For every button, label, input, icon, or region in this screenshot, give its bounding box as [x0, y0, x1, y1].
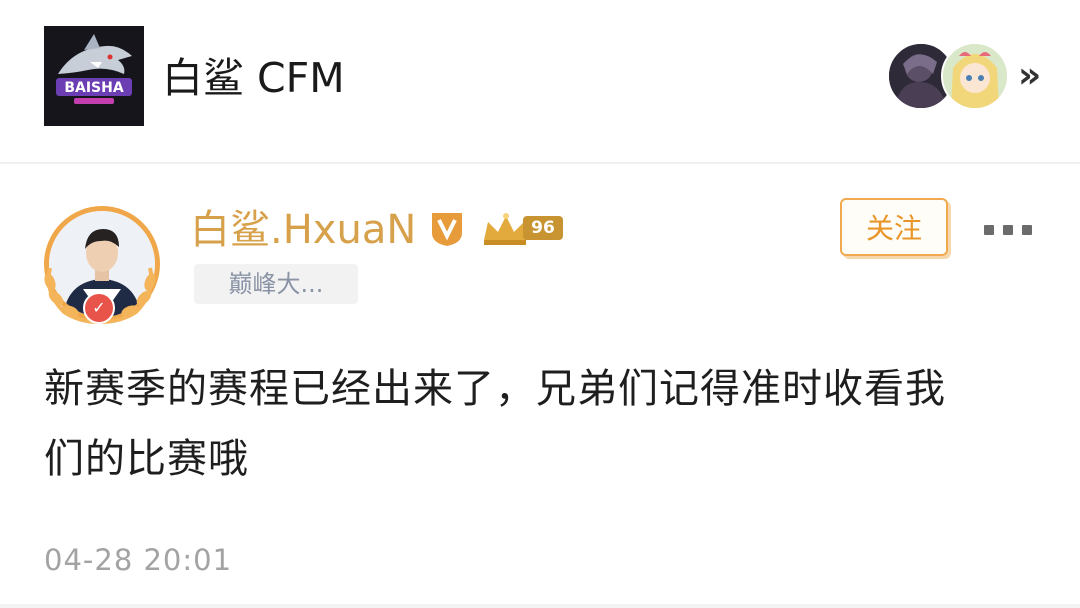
svg-text:BAISHA: BAISHA [64, 80, 124, 96]
group-logo[interactable]: BAISHA [44, 26, 144, 126]
level-badge: 96 [523, 216, 563, 240]
group-title: 白鲨 CFM [162, 54, 345, 102]
post-body: 新赛季的赛程已经出来了，兄弟们记得准时收看我 们的比赛哦 [44, 354, 1044, 494]
member-avatar-2[interactable] [941, 42, 1009, 110]
author-avatar[interactable]: ✓ [40, 204, 160, 326]
verified-check-icon: ✓ [83, 292, 115, 324]
member-avatars[interactable] [887, 42, 1009, 110]
group-header: BAISHA 白鲨 CFM » [0, 0, 1080, 162]
verified-v-icon [430, 211, 464, 247]
author-name[interactable]: 白鲨.HxuaN [190, 202, 416, 258]
bottom-divider [0, 604, 1080, 608]
post-body-line: 新赛季的赛程已经出来了，兄弟们记得准时收看我 [44, 366, 946, 412]
header-divider [0, 162, 1080, 164]
shark-logo-icon: BAISHA [44, 26, 144, 126]
author-tag[interactable]: 巅峰大... [194, 264, 358, 304]
follow-button[interactable]: 关注 [840, 198, 948, 256]
chevron-double-right-icon[interactable]: » [1018, 50, 1041, 102]
more-options-icon[interactable] [984, 225, 1032, 237]
post-timestamp: 04-28 20:01 [44, 543, 233, 577]
post-body-line: 们的比赛哦 [44, 436, 249, 482]
